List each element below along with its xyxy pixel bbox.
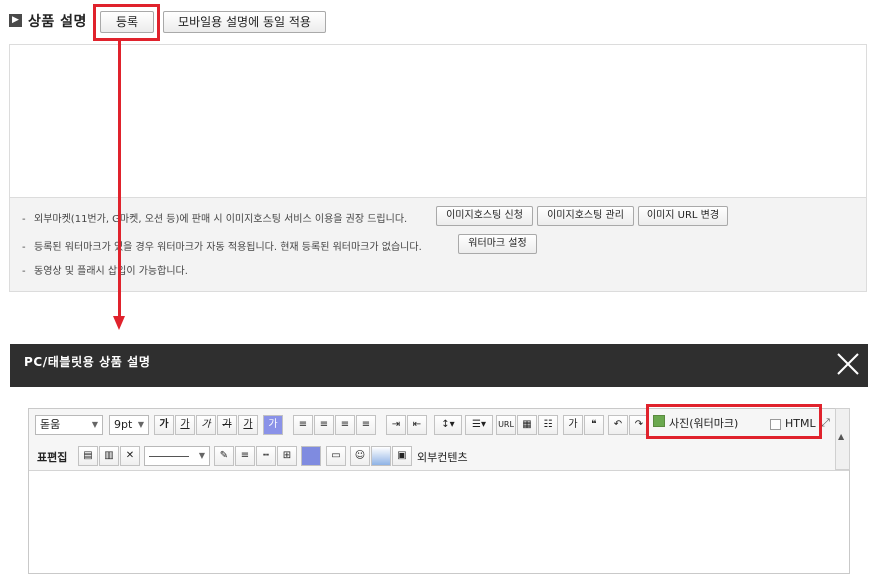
align-left-icon[interactable]: ≡ — [293, 415, 313, 435]
notice-text-1: 외부마켓(11번가, G마켓, 오션 등)에 판매 시 이미지호스팅 서비스 이… — [34, 214, 408, 225]
notice-text-3: 동영상 및 플래시 삽입이 가능합니다. — [34, 266, 188, 277]
external-content-button[interactable]: 외부컨텐츠 — [417, 449, 468, 465]
italic-button[interactable]: 가 — [196, 415, 216, 435]
align-center-icon[interactable]: ≡ — [314, 415, 334, 435]
table-insert-row-icon[interactable]: ▤ — [78, 446, 98, 466]
annotation-arrow-head — [113, 316, 125, 330]
strikethrough-button[interactable]: 가 — [217, 415, 237, 435]
outdent-icon[interactable]: ⇤ — [407, 415, 427, 435]
border-width-icon[interactable]: ≡ — [235, 446, 255, 466]
special-char-icon[interactable]: 가 — [563, 415, 583, 435]
table-delete-icon[interactable]: ✕ — [120, 446, 140, 466]
indent-icon[interactable]: ⇥ — [386, 415, 406, 435]
image-url-change-button[interactable]: 이미지 URL 변경 — [638, 206, 728, 226]
apply-to-mobile-button[interactable]: 모바일용 설명에 동일 적용 — [163, 11, 326, 33]
annotation-arrow-line — [118, 41, 121, 317]
cell-background-icon[interactable]: ▭ — [326, 446, 346, 466]
scroll-up-icon[interactable]: ▲ — [838, 432, 844, 441]
url-link-icon[interactable]: URL — [496, 415, 516, 435]
border-dash-icon[interactable]: ┅ — [256, 446, 276, 466]
watermark-settings-button[interactable]: 워터마크 설정 — [458, 234, 537, 254]
highlight-register — [93, 4, 160, 41]
align-justify-icon[interactable]: ≡ — [356, 415, 376, 435]
notice-line-3: - 동영상 및 플래시 삽입이 가능합니다. — [22, 266, 188, 277]
highlight-photo-html — [646, 404, 822, 439]
font-family-value: 돋움 — [40, 418, 61, 431]
align-right-icon[interactable]: ≡ — [335, 415, 355, 435]
close-icon[interactable] — [836, 352, 860, 376]
expand-icon[interactable]: ⤢ — [821, 416, 830, 430]
table-grid-icon[interactable]: ⊞ — [277, 446, 297, 466]
emoticon-icon[interactable]: ☺ — [350, 446, 370, 466]
list-icon[interactable]: ☰▾ — [465, 415, 493, 435]
notice-line-2: - 등록된 워터마크가 있을 경우 워터마크가 자동 적용됩니다. 현재 등록된 … — [22, 242, 422, 253]
chevron-right-icon: ▶ — [9, 14, 22, 27]
quote-icon[interactable]: ❝ — [584, 415, 604, 435]
font-color-button[interactable]: 가 — [238, 415, 258, 435]
border-style-select[interactable]: ▼ — [144, 446, 210, 466]
notice-box: - 외부마켓(11번가, G마켓, 오션 등)에 판매 시 이미지호스팅 서비스 … — [9, 197, 867, 292]
notice-text-2: 등록된 워터마크가 있을 경우 워터마크가 자동 적용됩니다. 현재 등록된 워… — [34, 242, 422, 253]
notice-line-1: - 외부마켓(11번가, G마켓, 오션 등)에 판매 시 이미지호스팅 서비스 … — [22, 214, 408, 225]
font-family-select[interactable]: 돋움 ▼ — [35, 415, 103, 435]
background-color-button[interactable]: 가 — [263, 415, 283, 435]
dialog-header: PC/태블릿용 상품 설명 — [10, 344, 868, 387]
font-size-select[interactable]: 9pt ▼ — [109, 415, 149, 435]
save-icon[interactable]: ▣ — [392, 446, 412, 466]
table-edit-label: 표편집 — [37, 451, 68, 464]
image-hosting-manage-button[interactable]: 이미지호스팅 관리 — [537, 206, 634, 226]
section-title: 상품 설명 — [28, 14, 87, 30]
cell-color-icon[interactable] — [301, 446, 321, 466]
font-size-value: 9pt — [114, 418, 133, 431]
background-image-icon[interactable] — [371, 446, 391, 466]
bold-button[interactable]: 가 — [154, 415, 174, 435]
undo-icon[interactable]: ↶ — [608, 415, 628, 435]
border-color-icon[interactable]: ✎ — [214, 446, 234, 466]
horizontal-rule-icon[interactable]: ☷ — [538, 415, 558, 435]
table-insert-col-icon[interactable]: ▥ — [99, 446, 119, 466]
line-height-icon[interactable]: ↕▾ — [434, 415, 462, 435]
underline-button[interactable]: 가 — [175, 415, 195, 435]
dialog-title: PC/태블릿용 상품 설명 — [24, 355, 151, 369]
description-preview[interactable] — [9, 44, 867, 197]
image-hosting-apply-button[interactable]: 이미지호스팅 신청 — [436, 206, 533, 226]
table-icon[interactable]: ▦ — [517, 415, 537, 435]
